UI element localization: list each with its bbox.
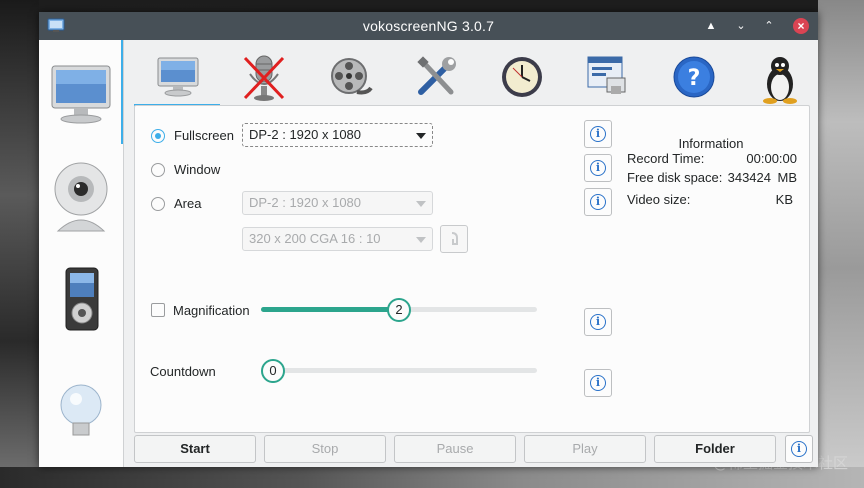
app-window: vokoscreenNG 3.0.7 ▲ ⌄ ⌃ × ? Fullscreen … xyxy=(39,12,818,467)
info-icon: i xyxy=(590,194,606,210)
video-size-unit: KB xyxy=(775,192,793,207)
side-tab-camera[interactable] xyxy=(39,145,123,249)
window-info-button[interactable]: i xyxy=(584,154,612,182)
stop-button[interactable]: Stop xyxy=(264,435,386,463)
area-reset-button[interactable] xyxy=(440,225,468,253)
countdown-slider-track[interactable] xyxy=(261,368,537,373)
minimize-button[interactable]: ⌄ xyxy=(733,18,749,34)
magnification-info-button[interactable]: i xyxy=(584,308,612,336)
maximize-button[interactable]: ⌃ xyxy=(761,18,777,34)
record-time-label: Record Time: xyxy=(627,151,705,166)
area-size-select[interactable]: 320 x 200 CGA 16 : 10 xyxy=(242,227,433,251)
keep-above-button[interactable]: ▲ xyxy=(703,18,719,34)
window-radio[interactable] xyxy=(151,163,165,177)
start-button[interactable]: Start xyxy=(134,435,256,463)
video-size-label: Video size: xyxy=(627,192,691,207)
record-time-value: 00:00:00 xyxy=(746,151,797,166)
reset-icon xyxy=(451,232,458,245)
tab-screen[interactable] xyxy=(134,46,220,106)
microphone-muted-icon xyxy=(243,55,285,101)
monitor-icon xyxy=(51,65,111,124)
film-reel-icon xyxy=(331,58,373,95)
windows-icon xyxy=(587,56,626,94)
free-disk-unit: MB xyxy=(777,170,798,185)
bottom-info-button[interactable]: i xyxy=(785,435,813,463)
info-icon: i xyxy=(590,126,606,142)
info-icon: i xyxy=(791,441,807,457)
help-icon: ? xyxy=(673,56,715,98)
magnification-slider-handle[interactable]: 2 xyxy=(387,298,411,322)
tab-tools[interactable] xyxy=(392,46,478,104)
area-info-button[interactable]: i xyxy=(584,188,612,216)
tab-audio[interactable] xyxy=(220,46,306,104)
clock-icon xyxy=(502,57,542,97)
chevron-down-icon xyxy=(416,133,426,139)
area-size-value: 320 x 200 CGA 16 : 10 xyxy=(249,231,381,246)
window-title: vokoscreenNG 3.0.7 xyxy=(362,18,495,34)
desktop-background-right xyxy=(818,0,864,488)
tab-timer[interactable] xyxy=(478,46,564,104)
tools-icon xyxy=(417,56,456,95)
fullscreen-info-button[interactable]: i xyxy=(584,120,612,148)
magnification-label: Magnification xyxy=(173,303,250,318)
countdown-slider-handle[interactable]: 0 xyxy=(261,359,285,383)
tab-help[interactable]: ? xyxy=(650,46,736,104)
information-title: Information xyxy=(678,136,744,151)
area-screen-select[interactable]: DP-2 : 1920 x 1080 xyxy=(242,191,433,215)
lightbulb-icon xyxy=(60,384,102,436)
top-tab-bar: ? xyxy=(134,40,818,106)
countdown-info-button[interactable]: i xyxy=(584,369,612,397)
play-button[interactable]: Play xyxy=(524,435,646,463)
media-player-icon xyxy=(65,267,99,331)
area-screen-value: DP-2 : 1920 x 1080 xyxy=(249,195,362,210)
pause-button[interactable]: Pause xyxy=(394,435,516,463)
magnification-slider-fill xyxy=(261,307,399,312)
tux-icon xyxy=(763,57,797,104)
side-tab-screencast[interactable] xyxy=(39,40,123,144)
close-button[interactable]: × xyxy=(793,18,809,34)
area-label: Area xyxy=(174,196,202,211)
fullscreen-label: Fullscreen xyxy=(174,128,234,143)
folder-button[interactable]: Folder xyxy=(654,435,776,463)
side-tab-bar xyxy=(39,40,124,467)
tab-video[interactable] xyxy=(306,46,392,104)
fullscreen-screen-value: DP-2 : 1920 x 1080 xyxy=(249,127,362,142)
desktop-background-left xyxy=(0,0,39,488)
magnification-checkbox[interactable] xyxy=(151,303,165,317)
info-icon: i xyxy=(590,375,606,391)
monitor-icon xyxy=(157,57,199,97)
side-tab-player[interactable] xyxy=(39,250,123,354)
area-radio[interactable] xyxy=(151,197,165,211)
tab-system[interactable] xyxy=(736,46,822,104)
info-icon: i xyxy=(590,314,606,330)
window-label: Window xyxy=(174,162,221,177)
chevron-down-icon xyxy=(416,201,426,207)
webcam-icon xyxy=(54,162,108,232)
fullscreen-screen-select[interactable]: DP-2 : 1920 x 1080 xyxy=(242,123,433,147)
svg-text:?: ? xyxy=(688,66,701,91)
countdown-label: Countdown xyxy=(150,364,216,379)
free-disk-label: Free disk space: xyxy=(627,170,723,185)
fullscreen-radio[interactable] xyxy=(151,129,165,143)
screen-settings-panel: Fullscreen DP-2 : 1920 x 1080 Window Are… xyxy=(134,105,810,433)
chevron-down-icon xyxy=(416,237,426,243)
info-icon: i xyxy=(590,160,606,176)
side-tab-log[interactable] xyxy=(39,355,123,459)
free-disk-value: 343424 xyxy=(727,170,771,185)
tab-window-capture[interactable] xyxy=(564,46,650,104)
title-bar[interactable]: vokoscreenNG 3.0.7 ▲ ⌄ ⌃ × xyxy=(39,12,818,40)
